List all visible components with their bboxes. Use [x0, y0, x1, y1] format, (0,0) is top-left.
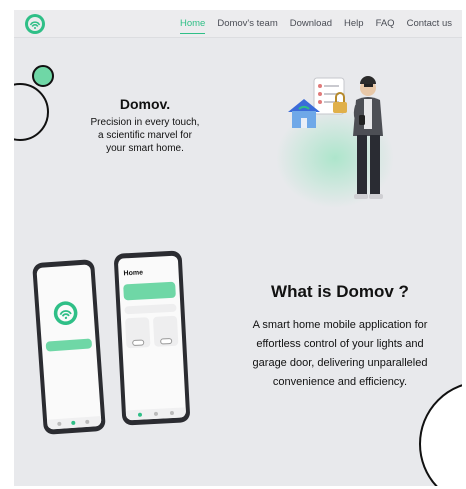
phone-screen: Home	[117, 255, 187, 421]
phone-mockup-splash	[32, 259, 106, 435]
decorative-half-circle	[419, 384, 462, 486]
domov-logo-icon[interactable]	[24, 13, 46, 35]
navbar: Home Domov's team Download Help FAQ Cont…	[14, 10, 462, 38]
nav-download[interactable]: Download	[290, 18, 332, 29]
phone-mockup-home: Home	[113, 250, 191, 426]
nav-faq[interactable]: FAQ	[376, 18, 395, 29]
weather-card	[123, 281, 176, 301]
main-nav: Home Domov's team Download Help FAQ Cont…	[180, 10, 452, 37]
decorative-circles	[14, 65, 54, 141]
hero-section: Domov. Precision in every touch, a scien…	[70, 96, 220, 155]
phone-bottom-nav	[125, 407, 187, 421]
phone-bottom-nav	[47, 415, 102, 430]
domov-logo-icon	[53, 301, 78, 325]
about-text-line: A smart home mobile application for	[252, 319, 428, 331]
hero-title: Domov.	[119, 96, 171, 112]
nav-home[interactable]: Home	[180, 18, 206, 34]
hero-tagline-line: a scientific marvel for	[98, 130, 192, 141]
nav-contact-us[interactable]: Contact us	[407, 18, 452, 29]
hero-tagline-line: Precision in every touch,	[90, 117, 200, 128]
hero-tagline-line: your smart home.	[106, 143, 184, 154]
about-title: What is Domov ?	[271, 282, 409, 301]
garage-card	[152, 315, 179, 347]
nav-help[interactable]: Help	[344, 18, 364, 29]
man-with-phone-illustration	[288, 76, 383, 199]
man-figure	[353, 76, 383, 199]
landing-page: Home Domov's team Download Help FAQ Cont…	[14, 10, 462, 486]
get-started-button	[45, 338, 93, 352]
about-text-line: effortless control of your lights and	[256, 338, 424, 350]
phone-screen	[36, 264, 102, 430]
lights-card	[124, 317, 151, 349]
nav-domovs-team[interactable]: Domov's team	[217, 18, 277, 29]
room-selector	[124, 303, 177, 315]
app-home-title: Home	[123, 269, 144, 278]
